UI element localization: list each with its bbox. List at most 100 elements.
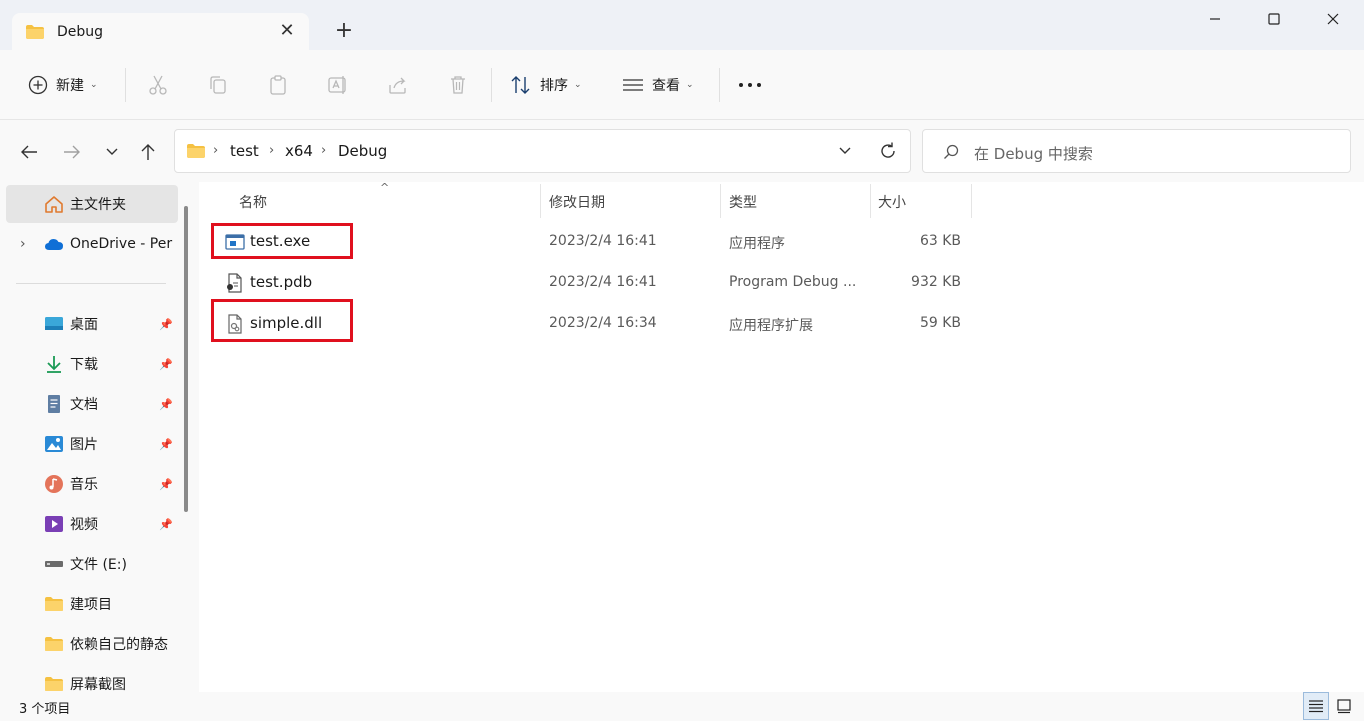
column-divider[interactable] bbox=[971, 184, 972, 218]
column-header-date[interactable]: 修改日期 bbox=[549, 192, 605, 212]
sort-ascending-icon: ^ bbox=[380, 181, 390, 194]
picture-icon bbox=[45, 436, 63, 452]
chevron-down-icon: ⌄ bbox=[686, 80, 694, 90]
chevron-down-icon[interactable] bbox=[838, 146, 852, 156]
share-icon[interactable] bbox=[386, 73, 410, 97]
sidebar-item-folder[interactable]: 屏幕截图 bbox=[6, 665, 178, 692]
home-icon bbox=[45, 196, 63, 213]
sort-button[interactable]: 排序 ⌄ bbox=[510, 71, 582, 99]
close-tab-icon[interactable]: ✕ bbox=[279, 22, 295, 40]
delete-icon[interactable] bbox=[446, 73, 470, 97]
onedrive-cloud-icon bbox=[45, 239, 63, 250]
copy-icon[interactable] bbox=[206, 73, 230, 97]
tiles-view-icon bbox=[1337, 699, 1351, 714]
maximize-button[interactable] bbox=[1245, 0, 1303, 38]
column-header-size[interactable]: 大小 bbox=[878, 192, 906, 212]
sidebar-item-music[interactable]: 音乐 📌 bbox=[6, 465, 178, 503]
new-tab-button[interactable]: + bbox=[333, 20, 355, 42]
pin-icon[interactable]: 📌 bbox=[159, 358, 173, 371]
refresh-icon[interactable] bbox=[878, 141, 898, 161]
command-bar: 新建 ⌄ 排序 ⌄ 查看 ⌄ bbox=[0, 50, 1364, 120]
sidebar-item-label: 文件 (E:) bbox=[70, 557, 127, 573]
sidebar-item-desktop[interactable]: 桌面 📌 bbox=[6, 305, 178, 343]
more-icon bbox=[739, 83, 761, 87]
file-type: 应用程序扩展 bbox=[729, 318, 813, 334]
sidebar-item-folder[interactable]: 建项目 bbox=[6, 585, 178, 623]
folder-icon bbox=[45, 597, 63, 611]
sidebar-item-videos[interactable]: 视频 📌 bbox=[6, 505, 178, 543]
highlight-box bbox=[211, 223, 353, 259]
pin-icon[interactable]: 📌 bbox=[159, 518, 173, 531]
search-input[interactable]: 在 Debug 中搜索 bbox=[922, 129, 1351, 173]
file-type: Program Debug ... bbox=[729, 274, 857, 290]
chevron-right-icon[interactable]: › bbox=[20, 236, 26, 252]
column-divider[interactable] bbox=[870, 184, 871, 218]
up-button[interactable] bbox=[134, 138, 162, 166]
close-window-button[interactable] bbox=[1304, 0, 1362, 38]
sidebar-item-onedrive[interactable]: › OneDrive - Per bbox=[6, 225, 178, 263]
rename-icon[interactable] bbox=[326, 73, 350, 97]
status-bar: 3 个项目 bbox=[0, 692, 1364, 721]
toolbar-divider bbox=[491, 68, 492, 102]
view-label: 查看 bbox=[652, 78, 680, 94]
address-bar[interactable]: › test › x64 › Debug bbox=[174, 129, 911, 173]
file-row[interactable]: test.pdb 2023/2/4 16:41 Program Debug ..… bbox=[211, 263, 971, 303]
desktop-icon bbox=[45, 317, 63, 330]
sidebar-item-drive-e[interactable]: 文件 (E:) bbox=[6, 545, 178, 583]
sidebar-item-label: 桌面 bbox=[70, 317, 98, 333]
toolbar-divider bbox=[719, 68, 720, 102]
toolbar-divider bbox=[125, 68, 126, 102]
sidebar-item-documents[interactable]: 文档 📌 bbox=[6, 385, 178, 423]
sidebar-item-folder[interactable]: 依赖自己的静态 bbox=[6, 625, 178, 663]
folder-icon bbox=[26, 25, 44, 39]
sidebar-item-pictures[interactable]: 图片 📌 bbox=[6, 425, 178, 463]
sidebar-item-downloads[interactable]: 下载 📌 bbox=[6, 345, 178, 383]
sidebar-item-label: 建项目 bbox=[70, 597, 112, 613]
recent-locations-button[interactable] bbox=[98, 138, 126, 166]
column-divider[interactable] bbox=[540, 184, 541, 218]
pin-icon[interactable]: 📌 bbox=[159, 318, 173, 331]
paste-icon[interactable] bbox=[266, 73, 290, 97]
breadcrumb-item[interactable]: Debug bbox=[338, 142, 387, 160]
column-header-type[interactable]: 类型 bbox=[729, 192, 757, 212]
minimize-icon bbox=[1210, 18, 1220, 20]
chevron-down-icon: ⌄ bbox=[90, 80, 98, 90]
item-count: 3 个项目 bbox=[19, 702, 71, 717]
column-header-name[interactable]: 名称 bbox=[239, 192, 267, 212]
forward-button[interactable] bbox=[58, 138, 86, 166]
details-view-icon bbox=[1309, 700, 1323, 713]
new-label: 新建 bbox=[56, 78, 84, 94]
new-button[interactable]: 新建 ⌄ bbox=[28, 71, 98, 99]
address-row: › test › x64 › Debug 在 Debug 中搜索 bbox=[0, 120, 1364, 182]
back-button[interactable] bbox=[15, 138, 43, 166]
pin-icon[interactable]: 📌 bbox=[159, 398, 173, 411]
arrow-right-icon bbox=[64, 145, 80, 159]
minimize-button[interactable] bbox=[1186, 0, 1244, 38]
tiles-view-button[interactable] bbox=[1331, 692, 1357, 720]
details-view-button[interactable] bbox=[1303, 692, 1329, 720]
drive-icon bbox=[45, 561, 63, 567]
sidebar-scrollbar[interactable] bbox=[184, 206, 188, 512]
more-options-button[interactable] bbox=[738, 71, 762, 99]
sidebar-item-label: OneDrive - Per bbox=[70, 236, 173, 252]
tab-debug[interactable]: Debug ✕ bbox=[12, 13, 309, 51]
chevron-right-icon: › bbox=[321, 143, 327, 158]
file-list: ^ 名称 修改日期 类型 大小 test.exe 2023/2/4 16:41 … bbox=[199, 181, 1364, 692]
column-divider[interactable] bbox=[720, 184, 721, 218]
sort-icon bbox=[511, 76, 530, 94]
sidebar-divider bbox=[16, 283, 166, 284]
add-circle-icon bbox=[28, 75, 48, 95]
breadcrumb-item[interactable]: test bbox=[230, 142, 259, 160]
sidebar-item-label: 音乐 bbox=[70, 477, 98, 493]
pin-icon[interactable]: 📌 bbox=[159, 478, 173, 491]
highlight-box bbox=[211, 299, 353, 342]
breadcrumb-item[interactable]: x64 bbox=[285, 142, 313, 160]
sidebar-item-home[interactable]: 主文件夹 bbox=[6, 185, 178, 223]
file-size: 63 KB bbox=[919, 233, 961, 249]
sidebar-item-label: 依赖自己的静态 bbox=[70, 637, 168, 653]
sidebar-item-label: 主文件夹 bbox=[70, 197, 126, 213]
cut-icon[interactable] bbox=[146, 73, 170, 97]
navigation-pane: 主文件夹 › OneDrive - Per 桌面 📌 下载 📌 文档 📌 图片 … bbox=[0, 182, 199, 692]
pin-icon[interactable]: 📌 bbox=[159, 438, 173, 451]
view-button[interactable]: 查看 ⌄ bbox=[622, 71, 694, 99]
